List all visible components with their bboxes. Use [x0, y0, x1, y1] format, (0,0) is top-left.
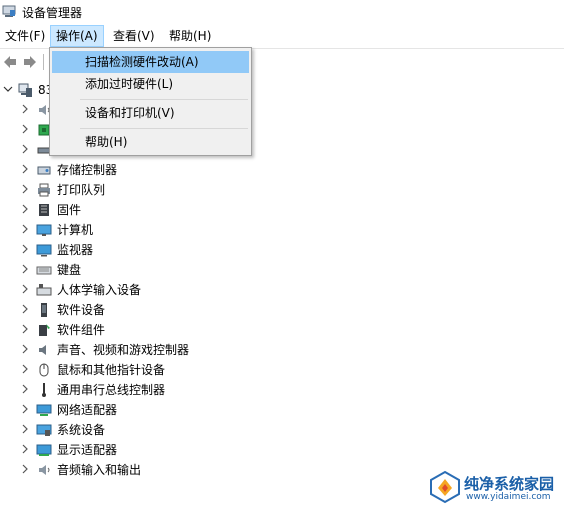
tree-item[interactable]: 人体学输入设备 [0, 280, 564, 300]
audio-io-icon [39, 465, 50, 475]
speaker-icon [39, 345, 46, 355]
tree-item-label: 打印队列 [57, 183, 106, 197]
tree-item-label: 声音、视频和游戏控制器 [57, 343, 190, 357]
tree-item[interactable]: 网络适配器 [0, 400, 564, 420]
chevron-right-icon[interactable] [20, 424, 30, 434]
chevron-right-icon[interactable] [20, 124, 30, 134]
tree-item[interactable]: 鼠标和其他指针设备 [0, 360, 564, 380]
tree-item[interactable]: 键盘 [0, 260, 564, 280]
chevron-right-icon[interactable] [20, 244, 30, 254]
menu-action[interactable]: 操作(A) [50, 25, 104, 47]
menu-item-label: 帮助(H) [85, 135, 128, 149]
mouse-icon [39, 363, 49, 377]
tree-item[interactable]: 存储控制器 [0, 160, 564, 180]
chevron-right-icon[interactable] [20, 164, 30, 174]
action-menu: 扫描检测硬件改动(A) 添加过时硬件(L) 设备和打印机(V) 帮助(H) [49, 47, 252, 156]
title-bar: 设备管理器 [0, 0, 564, 24]
computer-icon [36, 224, 52, 236]
tree-item-label: 固件 [57, 203, 82, 217]
site-watermark: 纯净系统家园 www.yidaimei.com [428, 470, 562, 506]
tree-item-label: 软件组件 [57, 323, 106, 337]
tree-item-label: 监视器 [57, 243, 94, 257]
tree-item-label: 软件设备 [57, 303, 106, 317]
usb-icon [42, 383, 46, 397]
tree-item[interactable]: 固件 [0, 200, 564, 220]
forward-arrow-icon[interactable] [22, 54, 38, 70]
tree-item[interactable]: 计算机 [0, 220, 564, 240]
chevron-right-icon[interactable] [20, 284, 30, 294]
tree-item[interactable]: 打印队列 [0, 180, 564, 200]
display-adapter-icon [36, 444, 52, 456]
menu-separator [80, 99, 248, 100]
computer-root-icon [18, 83, 32, 97]
menu-item-label: 设备和打印机(V) [85, 106, 175, 120]
menu-item-label: 添加过时硬件(L) [85, 77, 174, 91]
menu-view[interactable]: 查看(V) [108, 25, 160, 47]
hid-icon [36, 284, 52, 296]
menu-item-add-legacy-hardware[interactable]: 添加过时硬件(L) [52, 73, 249, 95]
printer-icon [38, 183, 50, 197]
storage-controller-icon [37, 166, 51, 175]
menu-file[interactable]: 文件(F) [0, 25, 50, 47]
chevron-right-icon[interactable] [20, 144, 30, 154]
watermark-url: www.yidaimei.com [466, 492, 551, 502]
chevron-right-icon[interactable] [20, 104, 30, 114]
tree-item-label: 通用串行总线控制器 [57, 383, 166, 397]
window-title: 设备管理器 [22, 6, 83, 20]
chevron-right-icon[interactable] [20, 304, 30, 314]
tree-item-label: 计算机 [57, 223, 94, 237]
tree-item-label: 鼠标和其他指针设备 [57, 363, 166, 377]
chevron-right-icon[interactable] [20, 384, 30, 394]
tree-item[interactable]: 显示适配器 [0, 440, 564, 460]
chevron-right-icon[interactable] [20, 264, 30, 274]
tree-item[interactable]: 软件设备 [0, 300, 564, 320]
tree-item-label: 系统设备 [57, 423, 106, 437]
watermark-name: 纯净系统家园 [464, 475, 555, 493]
chevron-down-icon[interactable] [3, 84, 13, 94]
chevron-right-icon[interactable] [20, 204, 30, 214]
tree-item[interactable]: 通用串行总线控制器 [0, 380, 564, 400]
menu-separator [80, 128, 248, 129]
menu-bar: 文件(F) 操作(A) 查看(V) 帮助(H) [0, 25, 564, 47]
chevron-right-icon[interactable] [20, 184, 30, 194]
menu-help[interactable]: 帮助(H) [164, 25, 216, 47]
chevron-right-icon[interactable] [20, 444, 30, 454]
menu-item-devices-printers[interactable]: 设备和打印机(V) [52, 102, 249, 124]
chevron-right-icon[interactable] [20, 404, 30, 414]
monitor-icon [36, 244, 52, 257]
keyboard-icon [36, 266, 52, 275]
chevron-right-icon[interactable] [20, 344, 30, 354]
menu-item-label: 扫描检测硬件改动(A) [85, 55, 199, 69]
device-manager-icon [2, 5, 16, 17]
tree-item-label: 键盘 [57, 263, 82, 277]
tree-item[interactable]: 监视器 [0, 240, 564, 260]
toolbar-separator [43, 54, 44, 70]
chevron-right-icon[interactable] [20, 364, 30, 374]
back-arrow-icon[interactable] [2, 54, 18, 70]
menu-item-help[interactable]: 帮助(H) [52, 131, 249, 153]
chevron-right-icon[interactable] [20, 224, 30, 234]
tree-item-label: 人体学输入设备 [57, 283, 142, 297]
tree-item-label: 网络适配器 [57, 403, 118, 417]
network-adapter-icon [36, 404, 52, 416]
system-device-icon [36, 424, 52, 436]
menu-item-scan-hardware[interactable]: 扫描检测硬件改动(A) [52, 51, 249, 73]
tree-item[interactable]: 软件组件 [0, 320, 564, 340]
tree-item-label: 存储控制器 [57, 163, 118, 177]
tree-item-label: 显示适配器 [57, 443, 118, 457]
tree-item[interactable]: 系统设备 [0, 420, 564, 440]
tree-item[interactable]: 声音、视频和游戏控制器 [0, 340, 564, 360]
watermark-logo-icon [430, 470, 460, 504]
tree-item-label: 音频输入和输出 [57, 463, 142, 477]
software-component-icon [39, 324, 50, 336]
chevron-right-icon[interactable] [20, 324, 30, 334]
software-device-icon [41, 303, 47, 317]
firmware-icon [39, 204, 49, 216]
chevron-right-icon[interactable] [20, 464, 30, 474]
